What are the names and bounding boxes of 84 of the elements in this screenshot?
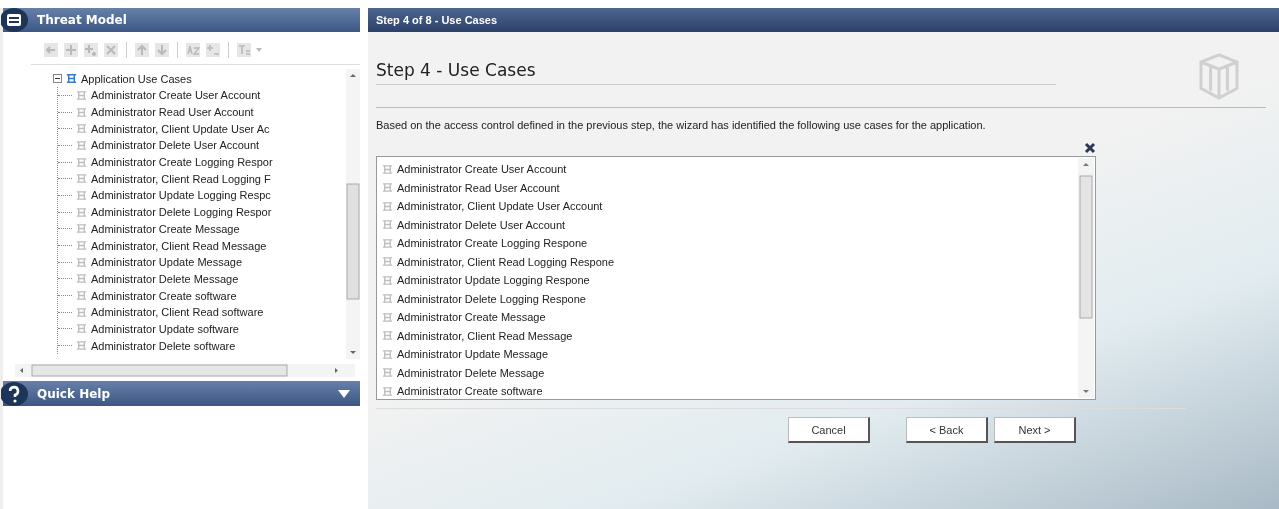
tree-item[interactable]: Administrator Update software [91, 322, 239, 335]
network-icon [381, 181, 394, 195]
tree-item[interactable]: Administrator Read User Account [91, 106, 254, 119]
tree-item[interactable]: Administrator, Client Update User Ac [91, 122, 270, 135]
network-icon [381, 236, 394, 250]
network-icon [75, 289, 88, 303]
network-icon [75, 122, 88, 136]
network-icon [381, 218, 394, 232]
network-icon [75, 138, 88, 152]
network-icon [381, 199, 394, 213]
panel-title: Quick Help [37, 386, 110, 401]
next-button[interactable]: Next > [994, 417, 1076, 443]
network-icon [75, 188, 88, 202]
sort-icon[interactable] [185, 42, 201, 58]
list-item[interactable]: Administrator Create software [397, 385, 543, 398]
network-icon [381, 292, 394, 306]
network-icon [75, 322, 88, 336]
close-icon[interactable] [1084, 142, 1096, 154]
text-style-icon[interactable] [236, 42, 252, 58]
tree-item[interactable]: Administrator Delete software [91, 339, 236, 352]
list-item[interactable]: Administrator Delete Message [397, 366, 545, 379]
network-icon [75, 172, 88, 186]
network-icon [381, 347, 394, 361]
quick-help-bar[interactable]: Quick Help [3, 381, 360, 406]
tree-item[interactable]: Administrator Update Logging Respc [91, 189, 271, 202]
network-icon [75, 88, 88, 102]
horizontal-scrollbar[interactable] [15, 364, 355, 377]
add-child-icon[interactable] [83, 42, 99, 58]
list-item[interactable]: Administrator, Client Read Logging Respone [397, 255, 615, 268]
back-button[interactable]: < Back [906, 417, 988, 443]
up-arrow-icon[interactable] [134, 42, 150, 58]
vertical-scrollbar[interactable] [346, 69, 360, 359]
caret-icon[interactable] [256, 48, 262, 52]
tree-item[interactable]: Administrator Delete Logging Respor [91, 206, 272, 219]
list-item[interactable]: Administrator Delete User Account [397, 218, 566, 231]
network-icon [75, 222, 88, 236]
network-icon [381, 255, 394, 269]
tree-item[interactable]: Administrator Delete Message [91, 272, 239, 285]
list-item[interactable]: Administrator Read User Account [397, 181, 560, 194]
tree-item[interactable]: Administrator, Client Read Logging F [91, 172, 271, 185]
cancel-button[interactable]: Cancel [788, 417, 870, 443]
list-item[interactable]: Administrator Create User Account [397, 163, 567, 176]
caret-down-icon[interactable] [338, 389, 350, 398]
network-icon [381, 329, 394, 343]
network-icon [381, 310, 394, 324]
network-icon [75, 339, 88, 353]
tree-item[interactable]: Administrator, Client Read software [91, 306, 264, 319]
panel-title: Threat Model [37, 13, 127, 27]
network-icon [75, 305, 88, 319]
plus-minus-icon[interactable] [205, 42, 221, 58]
list-item[interactable]: Administrator Create Message [397, 311, 546, 324]
collapse-icon[interactable] [53, 74, 62, 83]
network-icon [381, 162, 394, 176]
list-item[interactable]: Administrator Update Message [397, 348, 548, 361]
delete-icon[interactable] [103, 42, 119, 58]
network-icon [75, 155, 88, 169]
network-icon [75, 272, 88, 286]
tree-item[interactable]: Administrator Create software [91, 289, 237, 302]
network-icon [381, 273, 394, 287]
list-item[interactable]: Administrator Update Logging Respone [397, 274, 590, 287]
tree-item[interactable]: Administrator Delete User Account [91, 139, 260, 152]
network-icon [75, 239, 88, 253]
plus-icon[interactable] [63, 42, 79, 58]
vertical-scrollbar[interactable] [1078, 158, 1094, 398]
network-icon [65, 72, 78, 85]
description-text: Based on the access control defined in the previous step, the wizard has identified the following use cases for the application. [376, 118, 987, 132]
list-item[interactable]: Administrator, Client Update User Account [397, 200, 603, 213]
network-icon [75, 105, 88, 119]
list-item[interactable]: Administrator Delete Logging Respone [397, 292, 586, 305]
tree-item[interactable]: Application Use Cases [81, 72, 192, 85]
network-icon [381, 384, 394, 398]
network-icon [75, 205, 88, 219]
tree-item[interactable]: Administrator Update Message [91, 256, 242, 269]
tree-item[interactable]: Administrator Create User Account [91, 89, 261, 102]
network-icon [75, 255, 88, 269]
network-icon [381, 366, 394, 380]
tree-item[interactable]: Administrator Create Logging Respor [91, 156, 273, 169]
down-arrow-icon[interactable] [154, 42, 170, 58]
list-item[interactable]: Administrator Create Logging Respone [397, 237, 588, 250]
list-item[interactable]: Administrator, Client Read Message [397, 329, 573, 342]
tree-item[interactable]: Administrator Create Message [91, 222, 240, 235]
wizard-title: Step 4 of 8 - Use Cases [376, 14, 498, 26]
step-heading: Step 4 - Use Cases [376, 60, 1056, 85]
tree-item[interactable]: Administrator, Client Read Message [91, 239, 267, 252]
